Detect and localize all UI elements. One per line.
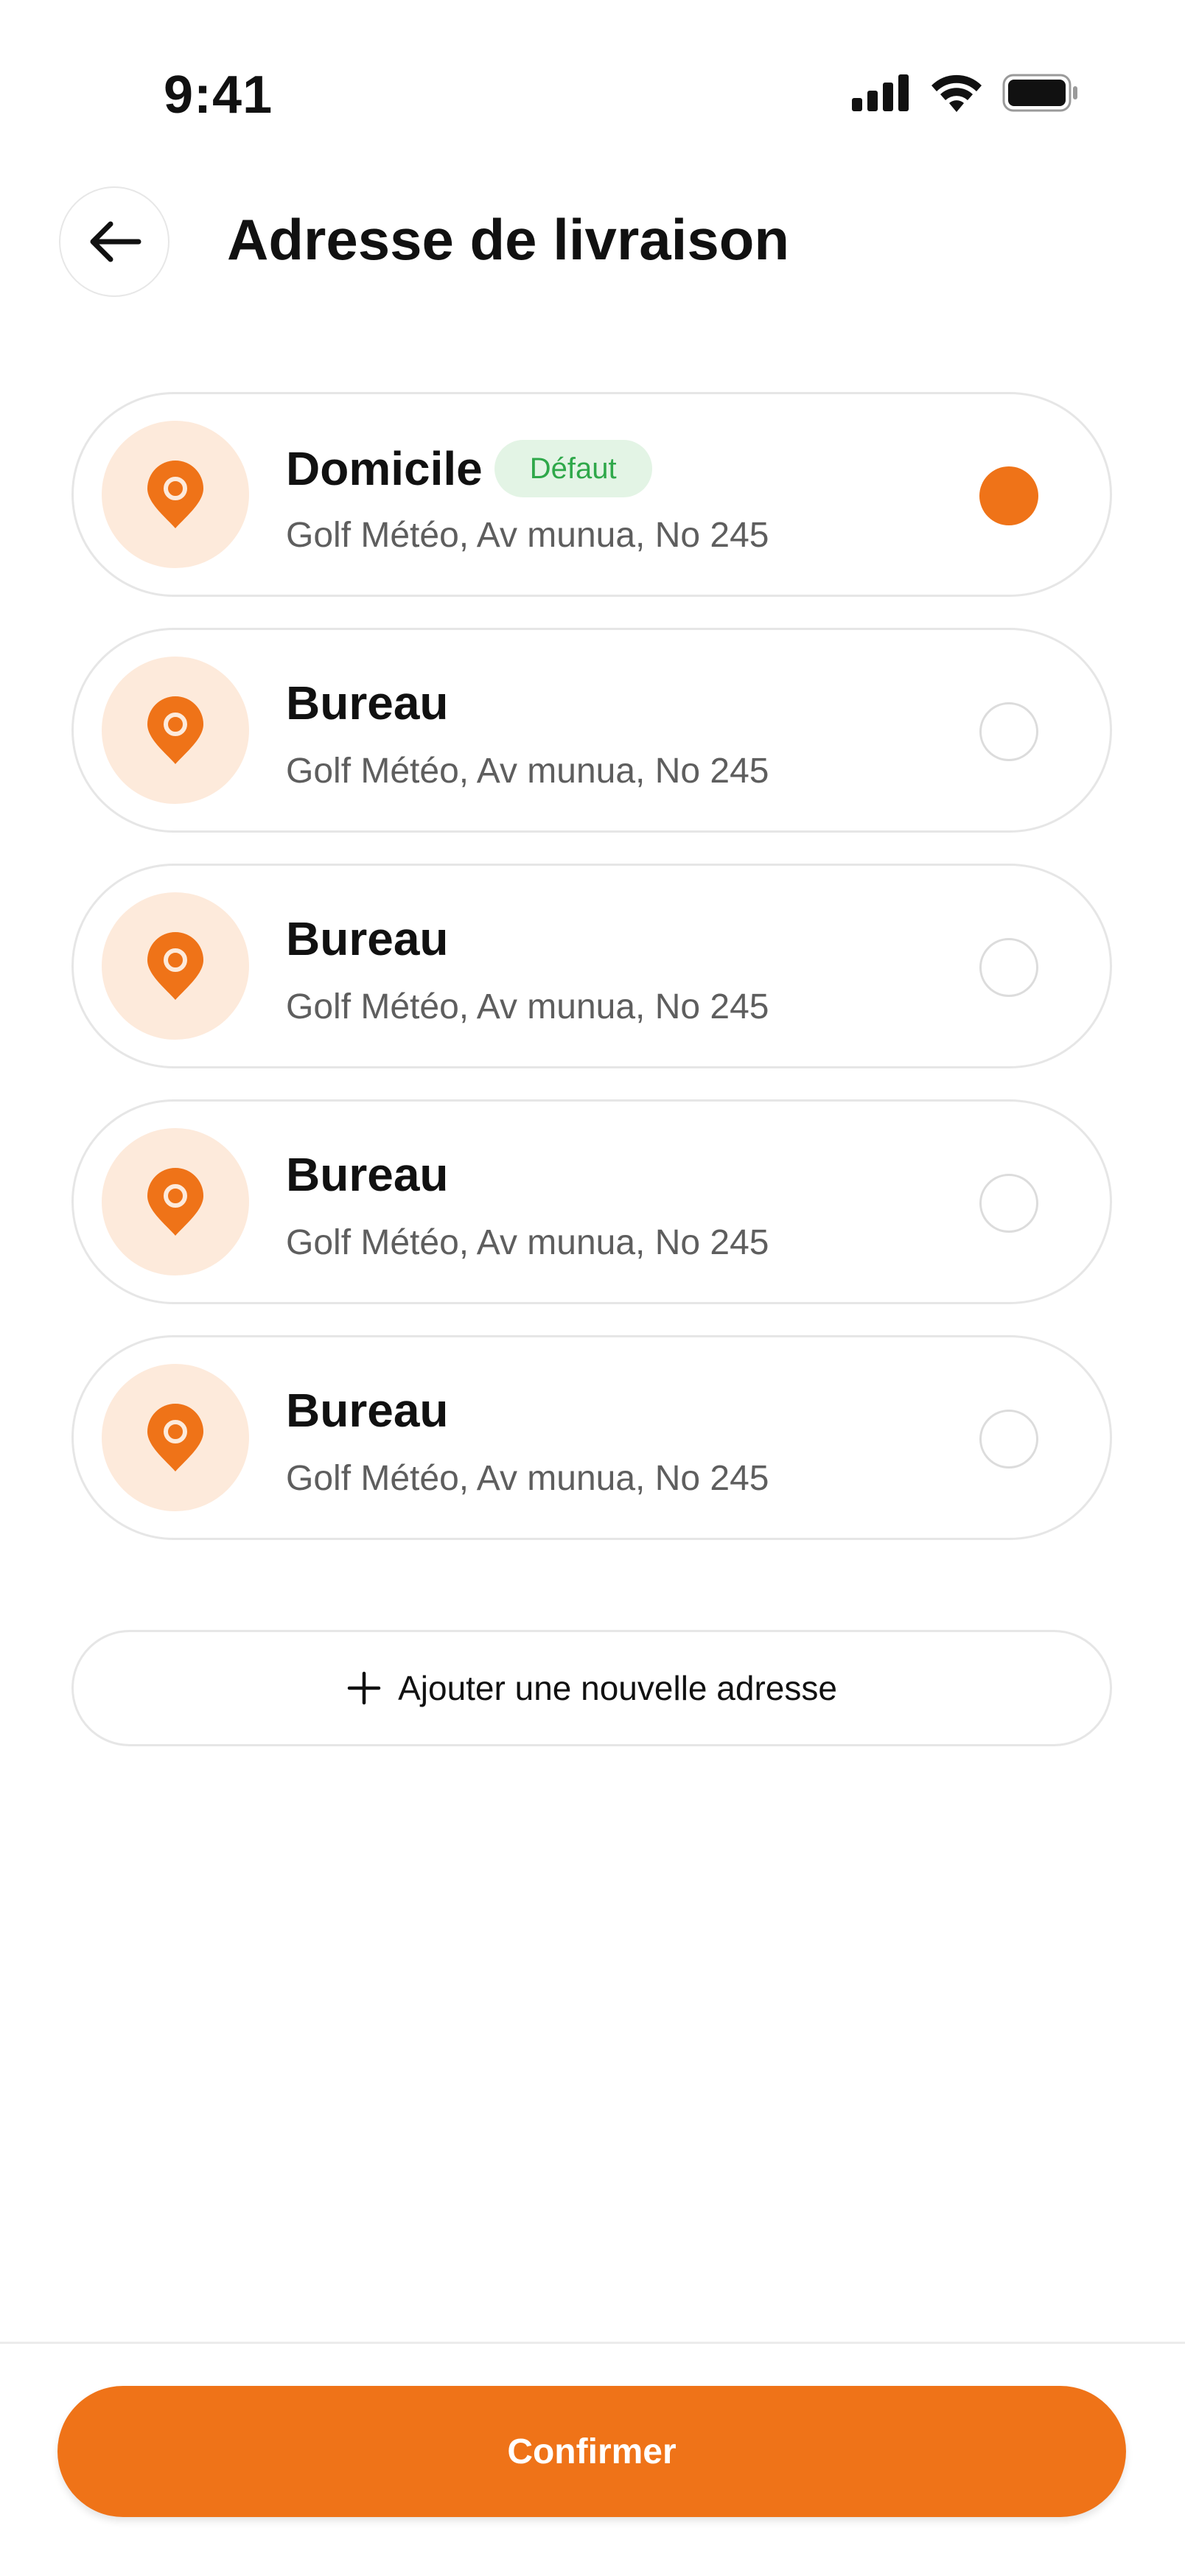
address-title: Bureau bbox=[286, 1148, 449, 1201]
add-address-button[interactable]: Ajouter une nouvelle adresse bbox=[71, 1630, 1112, 1746]
radio-button-selected[interactable] bbox=[979, 466, 1038, 525]
status-icons bbox=[852, 74, 1079, 112]
location-pin-icon bbox=[147, 1404, 203, 1471]
address-card-bureau[interactable]: Bureau Golf Météo, Av munua, No 245 bbox=[71, 1335, 1112, 1540]
address-title: Bureau bbox=[286, 1384, 449, 1437]
battery-icon bbox=[1002, 74, 1077, 112]
card-title-row: Bureau bbox=[286, 1147, 449, 1202]
address-line: Golf Météo, Av munua, No 245 bbox=[286, 1459, 769, 1498]
address-title: Domicile bbox=[286, 442, 483, 495]
page-title: Adresse de livraison bbox=[227, 207, 790, 272]
location-pin-icon bbox=[147, 932, 203, 1000]
address-line: Golf Météo, Av munua, No 245 bbox=[286, 516, 769, 555]
address-card-bureau[interactable]: Bureau Golf Météo, Av munua, No 245 bbox=[71, 864, 1112, 1068]
address-card-bureau[interactable]: Bureau Golf Météo, Av munua, No 245 bbox=[71, 1099, 1112, 1304]
address-line: Golf Météo, Av munua, No 245 bbox=[286, 752, 769, 791]
address-line: Golf Météo, Av munua, No 245 bbox=[286, 1223, 769, 1262]
radio-button[interactable] bbox=[979, 1410, 1038, 1469]
confirm-label: Confirmer bbox=[507, 2432, 677, 2471]
card-title-row: Domicile Défaut bbox=[286, 440, 652, 497]
address-title: Bureau bbox=[286, 912, 449, 965]
pin-icon-background bbox=[102, 892, 249, 1040]
location-pin-icon bbox=[147, 461, 203, 528]
address-title: Bureau bbox=[286, 676, 449, 729]
pin-icon-background bbox=[102, 421, 249, 568]
plus-icon bbox=[347, 1671, 381, 1705]
default-badge: Défaut bbox=[494, 440, 652, 497]
status-time: 9:41 bbox=[164, 66, 273, 125]
pin-icon-background bbox=[102, 657, 249, 804]
radio-button[interactable] bbox=[979, 938, 1038, 997]
card-title-row: Bureau bbox=[286, 1383, 449, 1438]
wifi-icon bbox=[931, 74, 982, 112]
location-pin-icon bbox=[147, 1168, 203, 1236]
confirm-button[interactable]: Confirmer bbox=[57, 2386, 1126, 2517]
status-bar: 9:41 bbox=[0, 0, 1185, 147]
address-card-domicile[interactable]: Domicile Défaut Golf Météo, Av munua, No… bbox=[71, 392, 1112, 597]
radio-button[interactable] bbox=[979, 1174, 1038, 1233]
card-title-row: Bureau bbox=[286, 911, 449, 966]
header: Adresse de livraison bbox=[0, 184, 1185, 302]
bottom-divider bbox=[0, 2342, 1185, 2344]
address-line: Golf Météo, Av munua, No 245 bbox=[286, 987, 769, 1026]
card-title-row: Bureau bbox=[286, 676, 449, 730]
cellular-signal-icon bbox=[852, 74, 909, 111]
address-card-bureau[interactable]: Bureau Golf Météo, Av munua, No 245 bbox=[71, 628, 1112, 833]
back-button[interactable] bbox=[59, 186, 169, 297]
pin-icon-background bbox=[102, 1364, 249, 1511]
pin-icon-background bbox=[102, 1128, 249, 1275]
location-pin-icon bbox=[147, 696, 203, 764]
radio-button[interactable] bbox=[979, 702, 1038, 761]
arrow-left-icon bbox=[90, 221, 141, 262]
add-address-label: Ajouter une nouvelle adresse bbox=[398, 1669, 837, 1707]
